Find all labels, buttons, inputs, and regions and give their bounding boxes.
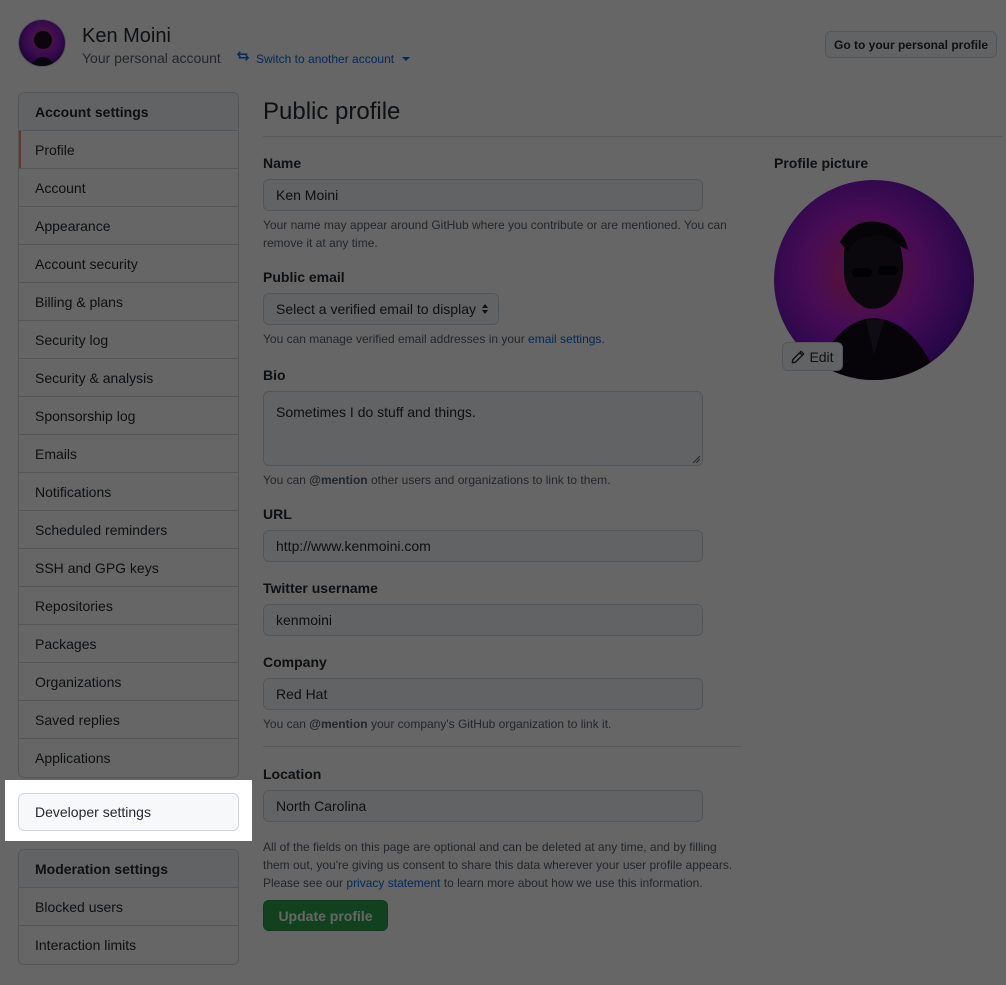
select-arrows-icon <box>482 304 488 314</box>
public-email-note-prefix: You can manage verified email addresses … <box>263 332 529 346</box>
profile-picture-label: Profile picture <box>774 155 869 171</box>
sidebar-item-emails[interactable]: Emails <box>19 435 238 473</box>
disclaimer-suffix: to learn more about how we use this info… <box>440 876 703 890</box>
twitter-label: Twitter username <box>263 580 378 596</box>
bio-note-suffix: other users and organizations to link to… <box>367 473 611 487</box>
sidebar-item-applications[interactable]: Applications <box>19 739 238 777</box>
bio-note: You can @mention other users and organiz… <box>263 471 610 489</box>
account-settings-menu: Account settings Profile Account Appeara… <box>18 92 239 778</box>
company-note: You can @mention your company's GitHub o… <box>263 715 611 733</box>
sidebar-item-account-security[interactable]: Account security <box>19 245 238 283</box>
sidebar-item-ssh-gpg-keys[interactable]: SSH and GPG keys <box>19 549 238 587</box>
account-settings-heading: Account settings <box>19 93 238 131</box>
name-input[interactable]: Ken Moini <box>263 179 703 211</box>
resize-handle-icon[interactable] <box>692 455 700 463</box>
bio-value: Sometimes I do stuff and things. <box>276 404 476 420</box>
switch-account-link[interactable]: Switch to another account <box>236 49 411 68</box>
twitter-input[interactable]: kenmoini <box>263 604 703 636</box>
sidebar-item-account[interactable]: Account <box>19 169 238 207</box>
section-divider <box>263 746 741 747</box>
email-settings-link[interactable]: email settings <box>528 332 601 346</box>
sidebar-item-blocked-users[interactable]: Blocked users <box>19 888 238 926</box>
edit-label: Edit <box>809 348 834 365</box>
sidebar-item-repositories[interactable]: Repositories <box>19 587 238 625</box>
title-divider <box>263 136 1003 137</box>
moderation-settings-heading: Moderation settings <box>19 850 238 888</box>
company-input[interactable]: Red Hat <box>263 678 703 710</box>
sidebar-item-packages[interactable]: Packages <box>19 625 238 663</box>
header-avatar[interactable] <box>18 19 66 67</box>
sidebar-item-sponsorship-log[interactable]: Sponsorship log <box>19 397 238 435</box>
url-input[interactable]: http://www.kenmoini.com <box>263 530 703 562</box>
company-note-mention: @mention <box>309 717 368 731</box>
developer-settings-button[interactable]: Developer settings <box>18 793 239 831</box>
sidebar-item-billing[interactable]: Billing & plans <box>19 283 238 321</box>
sidebar-item-security-log[interactable]: Security log <box>19 321 238 359</box>
bio-note-prefix: You can <box>263 473 310 487</box>
sidebar-item-organizations[interactable]: Organizations <box>19 663 238 701</box>
company-note-suffix: your company's GitHub organization to li… <box>367 717 612 731</box>
update-profile-button[interactable]: Update profile <box>263 900 388 931</box>
sidebar-item-interaction-limits[interactable]: Interaction limits <box>19 926 238 964</box>
public-email-note-suffix: . <box>601 332 605 346</box>
name-note: Your name may appear around GitHub where… <box>263 218 727 250</box>
sidebar-item-scheduled-reminders[interactable]: Scheduled reminders <box>19 511 238 549</box>
public-email-select[interactable]: Select a verified email to display <box>263 293 499 325</box>
disclaimer-note: All of the fields on this page are optio… <box>263 838 733 892</box>
public-email-selected: Select a verified email to display <box>276 301 476 317</box>
sidebar-item-profile[interactable]: Profile <box>19 131 238 169</box>
location-label: Location <box>263 766 322 782</box>
arrow-switch-icon <box>236 49 250 68</box>
company-note-prefix: You can <box>263 717 310 731</box>
bio-textarea[interactable]: Sometimes I do stuff and things. <box>263 391 703 466</box>
user-name: Ken Moini <box>82 25 171 47</box>
switch-account-label: Switch to another account <box>256 51 395 66</box>
moderation-settings-menu: Moderation settings Blocked users Intera… <box>18 849 239 965</box>
account-type: Your personal account <box>82 50 221 66</box>
pencil-icon <box>792 350 805 363</box>
public-email-label: Public email <box>263 269 345 285</box>
bio-note-mention: @mention <box>309 473 368 487</box>
url-label: URL <box>263 506 292 522</box>
privacy-statement-link[interactable]: privacy statement <box>346 876 440 890</box>
bio-label: Bio <box>263 367 286 383</box>
page-title: Public profile <box>263 98 401 125</box>
public-email-note: You can manage verified email addresses … <box>263 330 605 348</box>
sidebar-item-notifications[interactable]: Notifications <box>19 473 238 511</box>
location-input[interactable]: North Carolina <box>263 790 703 822</box>
name-label: Name <box>263 155 302 171</box>
chevron-down-icon <box>402 56 411 61</box>
go-to-profile-button[interactable]: Go to your personal profile <box>825 31 997 58</box>
edit-picture-button[interactable]: Edit <box>782 342 843 371</box>
sidebar-item-saved-replies[interactable]: Saved replies <box>19 701 238 739</box>
company-label: Company <box>263 654 327 670</box>
sidebar-item-security-analysis[interactable]: Security & analysis <box>19 359 238 397</box>
sidebar-item-appearance[interactable]: Appearance <box>19 207 238 245</box>
